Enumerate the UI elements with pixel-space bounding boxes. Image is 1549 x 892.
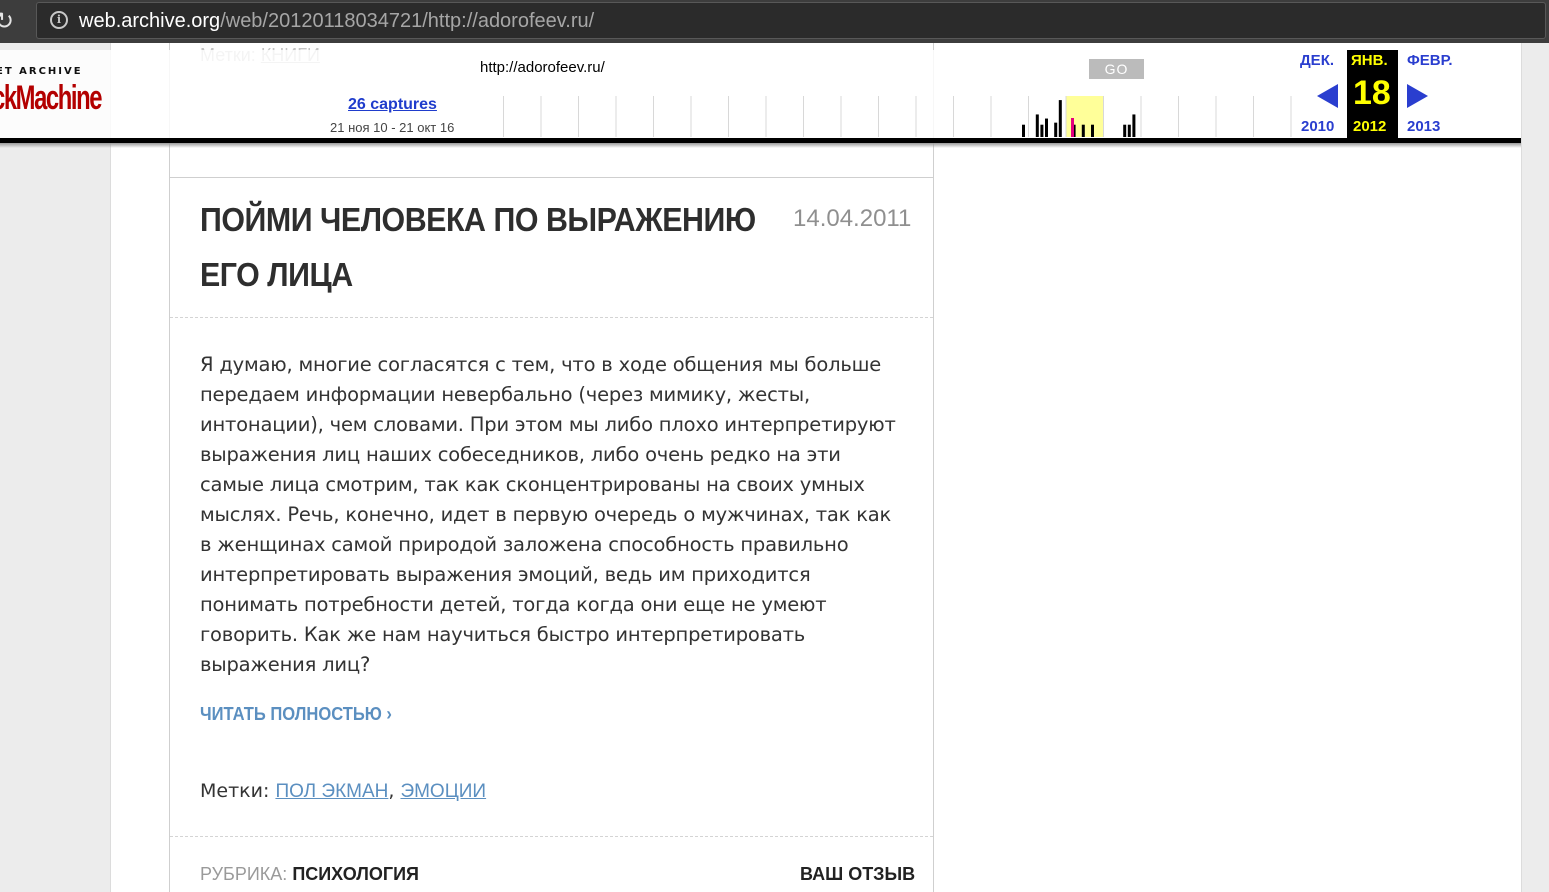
tags-label: Метки: xyxy=(200,780,270,802)
prev-month-label[interactable]: ДЕК. xyxy=(1300,52,1334,69)
sparkline-bar xyxy=(1058,100,1062,137)
next-month-label[interactable]: ФЕВР. xyxy=(1407,52,1453,69)
sparkline-bar xyxy=(1081,124,1085,137)
sparkline-current-capture xyxy=(1071,118,1074,137)
prev-year-label[interactable]: 2010 xyxy=(1301,118,1334,135)
sparkline-bar xyxy=(1127,124,1131,137)
post-rubric: РУБРИКА: ПСИХОЛОГИЯ xyxy=(200,864,419,884)
prev-capture-arrow-icon[interactable] xyxy=(1317,84,1338,108)
review-link[interactable]: ВАШ ОТЗЫВ xyxy=(800,864,915,885)
wayback-logo[interactable]: ckMachine xyxy=(0,74,103,122)
address-bar[interactable]: i web.archive.org/web/20120118034721/htt… xyxy=(36,2,1546,39)
title-divider xyxy=(170,317,933,318)
post-title[interactable]: ПОЙМИ ЧЕЛОВЕКА ПО ВЫРАЖЕНИЮ ЕГО ЛИЦА xyxy=(200,192,780,302)
wayback-go-button[interactable]: GO xyxy=(1089,59,1144,79)
rubric-link-psychology[interactable]: ПСИХОЛОГИЯ xyxy=(292,864,419,884)
sparkline-bar xyxy=(1123,124,1127,137)
sparkline-bar xyxy=(1091,124,1094,137)
tag-link-emotions[interactable]: ЭМОЦИИ xyxy=(400,781,486,802)
post-date: 14.04.2011 xyxy=(793,205,912,232)
next-capture-arrow-icon[interactable] xyxy=(1407,84,1428,108)
browser-toolbar: ↻ i web.archive.org/web/20120118034721/h… xyxy=(0,0,1549,43)
captures-range: 21 ноя 10 - 21 окт 16 xyxy=(330,120,455,135)
info-icon[interactable]: i xyxy=(50,11,68,29)
post-divider xyxy=(170,177,933,178)
sparkline-bar xyxy=(1132,114,1136,137)
current-month-label: ЯНВ. xyxy=(1351,52,1388,69)
sparkline-bar xyxy=(1022,124,1025,137)
post-tags: Метки: ПОЛ ЭКМАН, ЭМОЦИИ xyxy=(200,780,487,802)
address-url[interactable]: web.archive.org/web/20120118034721/http:… xyxy=(79,8,594,34)
sparkline-year-gridlines xyxy=(503,96,1292,137)
current-day-label: 18 xyxy=(1353,74,1391,112)
captures-link[interactable]: 26 captures xyxy=(348,96,437,114)
next-year-label[interactable]: 2013 xyxy=(1407,118,1440,135)
tag-link-paul-ekman[interactable]: ПОЛ ЭКМАН xyxy=(275,781,388,802)
post-excerpt: Я думаю, многие согласятся с тем, что в … xyxy=(200,353,896,676)
sparkline-bar xyxy=(1045,118,1048,137)
read-more-link[interactable]: ЧИТАТЬ ПОЛНОСТЬЮ › xyxy=(200,704,392,725)
sparkline-bar xyxy=(1054,122,1058,137)
sparkline-bar xyxy=(1035,114,1039,137)
reload-icon[interactable]: ↻ xyxy=(0,6,14,36)
wayback-url-input[interactable]: http://adorofeev.ru/ xyxy=(480,59,605,76)
sparkline-bar xyxy=(1040,124,1044,137)
captures-sparkline[interactable] xyxy=(466,96,1296,137)
current-year-label: 2012 xyxy=(1353,118,1387,135)
footer-divider xyxy=(170,836,933,837)
